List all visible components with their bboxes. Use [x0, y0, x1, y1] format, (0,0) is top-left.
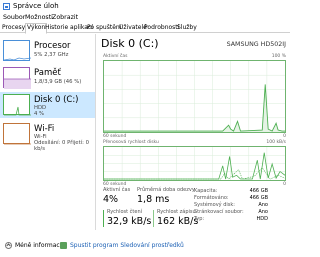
sidebar-label: Paměť — [34, 68, 61, 78]
sidebar-item-wifi[interactable]: Wi-Fi Wi-Fi Odesílání: 0 Přijetí: 0 kb/s — [0, 121, 95, 152]
transfer-zero-label: 0 — [283, 182, 286, 187]
sidebar-item-memory[interactable]: Paměť 1,8/3,9 GB (46 %) — [0, 65, 95, 91]
transfer-rate-graph — [103, 146, 286, 181]
active-time-graph-label: Aktivní čas — [103, 54, 128, 59]
sidebar-sub: 5% 2,37 GHz — [34, 52, 69, 58]
disk-mini-graph — [3, 94, 31, 116]
active-time-stat-label: Aktivní čas — [103, 187, 131, 193]
menu-view[interactable]: Zobrazit — [52, 14, 78, 21]
active-time-graph — [103, 60, 286, 133]
disk-model: SAMSUNG HD502IJ — [226, 41, 286, 48]
sidebar-label: Wi-Fi — [34, 124, 55, 134]
property-label: Stránkovací soubor: — [194, 209, 244, 215]
resource-monitor-icon — [60, 242, 67, 249]
sidebar-sub: 1,8/3,9 GB (46 %) — [34, 79, 82, 85]
tab-processes[interactable]: Procesy — [1, 24, 26, 33]
fewer-details-link[interactable]: Méně informací — [15, 242, 61, 249]
transfer-max-label: 100 kB/s — [266, 140, 286, 145]
write-speed-value: 162 kB/s — [157, 216, 199, 227]
read-speed-marker — [103, 210, 104, 227]
property-label: Kapacita: — [194, 188, 218, 194]
property-value: Ano — [258, 202, 268, 208]
tab-details[interactable]: Podrobnosti — [143, 24, 180, 33]
sidebar-sub-2: Odesílání: 0 Přijetí: 0 kb/s — [34, 140, 89, 152]
sidebar-label: Disk 0 (C:) — [34, 95, 79, 105]
disk-details-panel: Disk 0 (C:) SAMSUNG HD502IJ Aktivní čas … — [97, 34, 290, 230]
sidebar-item-disk0[interactable]: Disk 0 (C:) HDD 4 % — [0, 92, 95, 118]
window-title: Správce úloh — [13, 2, 59, 10]
active-time-zero-label: 0 — [283, 134, 286, 139]
property-value: HDD — [256, 216, 268, 222]
read-speed-value: 32,9 kB/s — [107, 216, 152, 227]
page-title: Disk 0 (C:) — [101, 37, 159, 50]
chevron-up-icon[interactable] — [5, 242, 12, 249]
task-manager-icon — [3, 3, 10, 10]
read-speed-label: Rychlost čtení — [107, 209, 143, 215]
resource-sidebar: Procesor 5% 2,37 GHz Paměť 1,8/3,9 GB (4… — [0, 34, 96, 230]
active-time-stat-value: 4% — [103, 194, 119, 205]
menu-bar: Soubor Možnosti Zobrazit — [0, 13, 290, 23]
write-speed-marker — [153, 210, 154, 227]
tab-startup[interactable]: Po spuštění — [86, 24, 122, 33]
active-time-seconds-label: 60 sekund — [103, 134, 127, 139]
open-resource-monitor-link[interactable]: Spustit program Sledování prostředků — [70, 242, 184, 249]
property-value: Ano — [258, 209, 268, 215]
menu-file[interactable]: Soubor — [3, 14, 25, 21]
memory-mini-graph — [3, 67, 31, 89]
sidebar-label: Procesor — [34, 41, 71, 51]
property-label: Systémový disk: — [194, 202, 235, 208]
footer-bar: Méně informací Spustit program Sledování… — [0, 237, 290, 257]
sidebar-item-cpu[interactable]: Procesor 5% 2,37 GHz — [0, 38, 95, 64]
property-value: 466 GB — [249, 188, 268, 194]
title-bar: Správce úloh — [0, 0, 290, 13]
active-time-max-label: 100 % — [271, 54, 286, 59]
transfer-graph-label: Přenosová rychlost disku — [103, 140, 159, 145]
avg-response-value: 1,8 ms — [137, 194, 170, 205]
write-speed-label: Rychlost zápisu — [157, 209, 196, 215]
avg-response-label: Průměrná doba odezvy — [137, 187, 195, 193]
property-value: 466 GB — [249, 195, 268, 201]
menu-options[interactable]: Možnosti — [25, 14, 53, 21]
tab-services[interactable]: Služby — [176, 24, 198, 33]
cpu-mini-graph — [3, 40, 32, 61]
wifi-mini-graph — [3, 123, 31, 145]
sidebar-sub-2: 4 % — [34, 111, 45, 117]
property-label: Typ: — [194, 216, 205, 222]
property-label: Formátováno: — [194, 195, 229, 201]
tab-bar: Procesy Výkon Historie aplikací Po spušt… — [0, 23, 290, 34]
